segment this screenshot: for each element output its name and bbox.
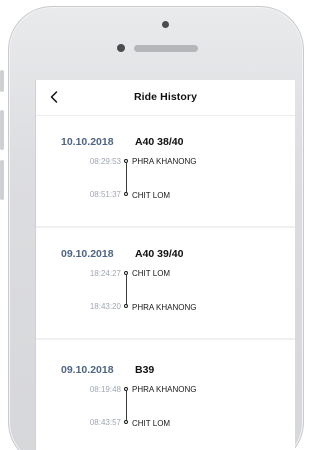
end-time: 08:51:37	[89, 190, 121, 199]
app-screen: Ride History 10.10.2018 A40 38/40 08:29:…	[35, 80, 295, 450]
mute-switch	[0, 70, 4, 92]
start-time: 18:24:27	[89, 269, 121, 278]
start-stop: CHIT LOM	[132, 269, 171, 278]
page-title: Ride History	[133, 91, 198, 103]
start-time: 08:19:48	[89, 385, 121, 394]
route-connector-line	[125, 275, 127, 305]
end-stop: PHRA KHANONG	[132, 303, 197, 312]
end-stop: CHIT LOM	[132, 191, 171, 200]
start-stop: PHRA KHANONG	[132, 385, 197, 394]
volume-down-button	[0, 160, 4, 200]
ride-item[interactable]: 10.10.2018 A40 38/40 08:29:53 PHRA KHANO…	[36, 116, 295, 228]
ride-date: 09.10.2018	[61, 364, 114, 376]
start-stop: PHRA KHANONG	[132, 157, 197, 166]
route-connector-line	[125, 163, 127, 193]
end-stop-marker	[124, 304, 128, 308]
navigation-bar: Ride History	[36, 80, 295, 116]
start-time: 08:29:53	[89, 157, 121, 166]
end-stop-marker	[124, 420, 128, 424]
ride-history-list: 10.10.2018 A40 38/40 08:29:53 PHRA KHANO…	[36, 116, 295, 450]
end-stop-marker	[124, 192, 128, 196]
ride-route: B39	[135, 364, 155, 376]
earpiece-speaker	[134, 45, 198, 52]
ride-route: A40 38/40	[135, 136, 184, 148]
ride-item[interactable]: 09.10.2018 B39 08:19:48 PHRA KHANONG 08:…	[36, 340, 295, 450]
ride-item[interactable]: 09.10.2018 A40 39/40 18:24:27 CHIT LOM 1…	[36, 228, 295, 340]
ride-date: 09.10.2018	[61, 248, 114, 260]
end-time: 08:43:57	[89, 418, 121, 427]
ride-date: 10.10.2018	[61, 136, 114, 148]
volume-up-button	[0, 110, 4, 150]
front-camera	[162, 21, 169, 28]
end-stop: CHIT LOM	[132, 419, 171, 428]
ride-route: A40 39/40	[135, 248, 184, 260]
end-time: 18:43:20	[89, 302, 121, 311]
route-connector-line	[125, 391, 127, 421]
proximity-sensor	[117, 44, 125, 52]
